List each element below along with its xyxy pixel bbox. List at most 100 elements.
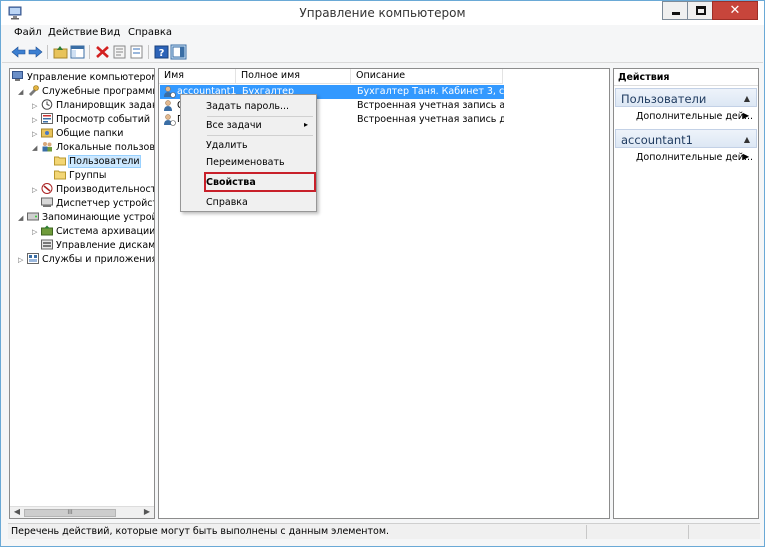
user-description-cell: Встроенная учетная запись для ...	[357, 114, 504, 125]
menu-item-all-tasks[interactable]: Все задачи ▸	[206, 120, 308, 131]
delete-icon[interactable]	[94, 44, 111, 60]
menu-item-delete[interactable]: Удалить	[206, 140, 248, 151]
toolbar-separator	[47, 45, 48, 59]
tree-item-services-apps[interactable]: ▷ Службы и приложения	[18, 253, 154, 267]
scroll-right-arrow-icon[interactable]: ▶	[141, 507, 153, 518]
tree-item-computer-management[interactable]: Управление компьютером (л	[12, 71, 154, 84]
expand-arrow-icon[interactable]: ▷	[32, 100, 41, 113]
storage-icon	[27, 212, 39, 221]
backup-icon	[41, 225, 53, 236]
shared-folders-icon	[41, 128, 53, 138]
close-icon: ✕	[729, 3, 741, 18]
computer-management-icon	[12, 71, 23, 81]
collapse-triangle-icon[interactable]: ▲	[744, 94, 750, 103]
maximize-button[interactable]	[687, 1, 713, 20]
minimize-button[interactable]	[662, 1, 688, 20]
user-icon	[164, 86, 176, 98]
svg-text:?: ?	[159, 48, 165, 59]
submenu-arrow-icon: ▶	[743, 111, 750, 120]
collapse-arrow-icon[interactable]: ◢	[18, 86, 27, 99]
user-icon	[164, 100, 172, 111]
expand-arrow-icon[interactable]: ▷	[18, 254, 27, 267]
status-text: Перечень действий, которые могут быть вы…	[11, 526, 390, 537]
actions-section-accountant1[interactable]: accountant1 ▲	[615, 129, 757, 148]
tree-item-system-tools[interactable]: ◢ Служебные программы	[18, 85, 154, 99]
performance-icon	[41, 183, 53, 194]
tree-item-users[interactable]: Пользователи	[54, 155, 141, 168]
submenu-arrow-icon: ▸	[304, 120, 309, 129]
menu-help[interactable]: Справка	[128, 27, 172, 38]
action-more-actions-users[interactable]: Дополнительные дей... ▶	[636, 111, 753, 122]
menu-action[interactable]: Действие	[48, 27, 98, 38]
tree-item-disk-management[interactable]: Управление дисками	[41, 239, 154, 252]
show-hide-console-tree-icon[interactable]	[69, 44, 86, 60]
collapse-arrow-icon[interactable]: ◢	[18, 212, 27, 225]
task-scheduler-icon	[41, 99, 53, 110]
toolbar-separator	[148, 45, 149, 59]
folder-icon	[54, 170, 66, 180]
properties-icon[interactable]	[111, 44, 128, 60]
device-manager-icon	[41, 197, 53, 207]
window-controls: ✕	[662, 1, 758, 20]
actions-section-users[interactable]: Пользователи ▲	[615, 88, 757, 107]
tree-item-device-manager[interactable]: Диспетчер устройств	[41, 197, 154, 210]
submenu-arrow-icon: ▶	[743, 152, 750, 161]
column-header-full-name[interactable]: Полное имя	[236, 69, 351, 84]
computer-management-window: Управление компьютером ✕ Файл Действие В…	[0, 0, 765, 547]
expand-arrow-icon[interactable]: ▷	[32, 184, 41, 197]
menu-item-properties[interactable]: Свойства	[206, 177, 256, 188]
menu-item-help[interactable]: Справка	[206, 197, 248, 208]
tree-item-local-users-groups[interactable]: ◢Локальные пользовате	[32, 141, 154, 155]
menu-file[interactable]: Файл	[14, 27, 42, 38]
column-header-description[interactable]: Описание	[351, 69, 503, 84]
scrollbar-thumb[interactable]: III	[24, 509, 116, 517]
status-divider	[586, 525, 587, 539]
expand-arrow-icon[interactable]: ▷	[32, 226, 41, 239]
menu-view[interactable]: Вид	[100, 27, 120, 38]
menu-separator	[207, 116, 313, 117]
close-button[interactable]: ✕	[712, 1, 758, 20]
console-tree[interactable]: Управление компьютером (л ◢Служебные про…	[9, 68, 155, 519]
tree-item-event-viewer[interactable]: ▷ Просмотр событий	[32, 113, 150, 126]
local-users-icon	[42, 142, 52, 152]
toolbar: ?	[2, 42, 763, 63]
menu-item-set-password[interactable]: Задать пароль...	[206, 101, 289, 112]
tree-item-storage[interactable]: ◢Запоминающие устройст	[18, 211, 154, 225]
title-bar[interactable]: Управление компьютером ✕	[1, 1, 764, 25]
show-hide-action-pane-icon[interactable]	[170, 44, 187, 60]
forward-arrow-icon[interactable]	[27, 44, 44, 60]
back-arrow-icon[interactable]	[10, 44, 27, 60]
tree-horizontal-scrollbar[interactable]: ◀ III ▶	[10, 506, 154, 518]
tree-item-shared-folders[interactable]: ▷ Общие папки	[32, 127, 123, 140]
menu-separator	[207, 135, 313, 136]
toolbar-separator	[89, 45, 90, 59]
tree-item-backup[interactable]: ▷Система архивации да	[32, 225, 154, 239]
user-description-cell: Встроенная учетная запись адм...	[357, 100, 504, 111]
menu-item-rename[interactable]: Переименовать	[206, 157, 285, 168]
status-divider	[688, 525, 689, 539]
disk-management-icon	[41, 239, 53, 250]
up-folder-icon[interactable]	[52, 44, 69, 60]
maximize-icon	[696, 6, 706, 15]
expand-arrow-icon[interactable]: ▷	[32, 128, 41, 141]
tree-item-groups[interactable]: Группы	[54, 169, 106, 182]
menu-bar: Файл Действие Вид Справка	[2, 25, 763, 42]
actions-header: Действия	[614, 69, 758, 86]
collapse-arrow-icon[interactable]: ◢	[32, 142, 41, 155]
user-description-cell: Бухгалтер Таня. Кабинет 3, стол 2	[357, 86, 504, 97]
event-viewer-icon	[41, 113, 53, 124]
column-header-name[interactable]: Имя	[159, 69, 236, 84]
system-tools-icon	[29, 85, 39, 96]
tree-item-performance[interactable]: ▷ Производительность	[32, 183, 154, 197]
scroll-left-arrow-icon[interactable]: ◀	[11, 507, 23, 518]
actions-pane: Действия Пользователи ▲ Дополнительные д…	[613, 68, 759, 519]
services-apps-icon	[27, 253, 39, 264]
help-icon[interactable]: ?	[153, 44, 170, 60]
tree-item-task-scheduler[interactable]: ▷Планировщик заданий	[32, 99, 154, 113]
action-more-actions-accountant1[interactable]: Дополнительные дей... ▶	[636, 152, 753, 163]
export-list-icon[interactable]	[128, 44, 145, 60]
collapse-triangle-icon[interactable]: ▲	[744, 135, 750, 144]
context-menu: Задать пароль... Все задачи ▸ Удалить Пе…	[180, 94, 317, 212]
folder-icon	[54, 156, 66, 166]
expand-arrow-icon[interactable]: ▷	[32, 114, 41, 127]
